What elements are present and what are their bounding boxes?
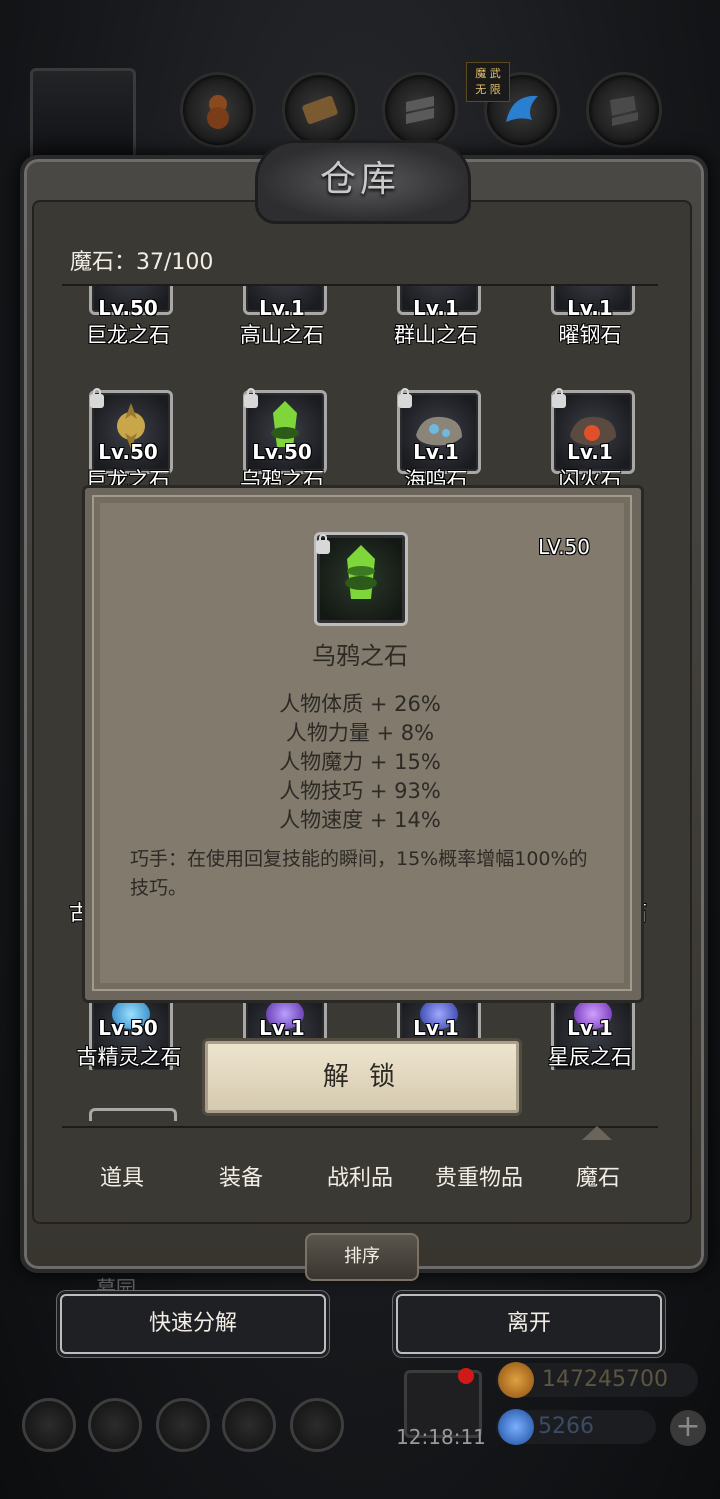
star-icon[interactable] [88, 1398, 142, 1452]
equip-slot-scroll[interactable] [282, 72, 358, 148]
tab-magic-stone[interactable]: 魔石 [538, 1160, 658, 1192]
item-level: Lv.50 [98, 1016, 158, 1040]
tab-valuables[interactable]: 贵重物品 [419, 1160, 539, 1192]
item-level: Lv.1 [413, 296, 459, 320]
armor-icon [406, 96, 434, 124]
item-level: Lv.50 [98, 296, 158, 320]
item-name: 巨龙之石 [86, 468, 170, 486]
logo-text-1: 魔 武 [475, 67, 501, 80]
battle-icon[interactable] [290, 1398, 344, 1452]
settings-icon[interactable] [22, 1398, 76, 1452]
item-level: Lv.50 [98, 440, 158, 464]
item-name: 群山之石 [394, 323, 478, 346]
item-level: Lv.1 [567, 296, 613, 320]
guild-icon[interactable] [156, 1398, 210, 1452]
leave-button[interactable]: 离开 [396, 1294, 662, 1354]
popup-item-level: LV.50 [538, 535, 590, 559]
stat-line: 人物体质 + 26% [279, 692, 441, 716]
item-name-partial: 古 [69, 901, 90, 925]
active-tab-indicator-icon [582, 1126, 612, 1140]
tab-loot[interactable]: 战利品 [300, 1160, 420, 1192]
item-level: Lv.1 [567, 440, 613, 464]
item-level: Lv.1 [259, 1016, 305, 1040]
tab-equipment[interactable]: 装备 [181, 1160, 301, 1192]
item-name: 海鸣石 [404, 468, 468, 486]
stat-line: 人物魔力 + 15% [279, 750, 441, 774]
equip-slot-boots[interactable] [586, 72, 662, 148]
lock-icon [316, 534, 330, 554]
unlock-button-label: 解 锁 [322, 1062, 402, 1092]
character-portrait[interactable] [30, 68, 136, 164]
gold-coin-icon [498, 1362, 534, 1398]
crow-stone-icon [345, 545, 377, 599]
gourd-icon [207, 95, 229, 129]
item-name: 曜钢石 [558, 323, 622, 346]
timer: 12:18:11 [396, 1425, 486, 1449]
equip-slot-gourd[interactable] [180, 72, 256, 148]
item-name: 星辰之石 [548, 1045, 632, 1069]
stat-line: 人物技巧 + 93% [279, 779, 441, 803]
item-level: Lv.1 [567, 1016, 613, 1040]
item-level: Lv.1 [413, 440, 459, 464]
unlock-button[interactable]: 解 锁 [202, 1038, 522, 1116]
page-title: 仓库 [319, 159, 400, 200]
item-slot-partial[interactable] [89, 1108, 177, 1121]
inventory-row-1: Lv.50 Lv.1 Lv.1 Lv.1 巨龙之石 高山之石 群山之石 曜钢石 [62, 286, 658, 346]
gem-amount: 5266 [538, 1414, 594, 1439]
stat-line: 人物速度 + 14% [279, 808, 441, 832]
item-name: 巨龙之石 [86, 323, 170, 346]
gem-icon [498, 1409, 534, 1445]
tab-items[interactable]: 道具 [62, 1160, 182, 1192]
lock-icon [244, 388, 258, 408]
item-level: Lv.1 [413, 1016, 459, 1040]
divider [62, 1126, 658, 1128]
equip-slot-armor[interactable] [382, 72, 458, 148]
add-currency-button[interactable]: + [670, 1410, 706, 1446]
notification-badge [458, 1368, 474, 1384]
inventory-row-2-names: 巨龙之石 乌鸦之石 海鸣石 闪火石 [62, 462, 658, 486]
lock-icon [90, 388, 104, 408]
quick-decompose-button[interactable]: 快速分解 [60, 1294, 326, 1354]
item-name: 高山之石 [240, 323, 324, 346]
lock-icon [552, 388, 566, 408]
stat-line: 人物力量 + 8% [285, 721, 435, 745]
gold-amount: 147245700 [542, 1367, 668, 1392]
game-logo: 魔 武 无 限 [466, 62, 510, 102]
item-name: 闪火石 [558, 468, 622, 486]
popup-item-description: 巧手：在使用回复技能的瞬间，15%概率增幅100%的技巧。 [130, 848, 588, 899]
sort-button[interactable]: 排序 [305, 1233, 419, 1281]
mail-icon[interactable] [222, 1398, 276, 1452]
item-name: 乌鸦之石 [240, 468, 324, 486]
boots-icon [610, 96, 638, 126]
item-level: Lv.50 [252, 440, 312, 464]
item-level: Lv.1 [259, 296, 305, 320]
logo-text-2: 无 限 [475, 83, 501, 96]
item-name: 古精灵之石 [76, 1045, 182, 1069]
magic-stone-capacity: 魔石：37/100 [70, 250, 214, 275]
scroll-icon [302, 95, 338, 125]
popup-item-name: 乌鸦之石 [312, 642, 408, 670]
lock-icon [398, 388, 412, 408]
